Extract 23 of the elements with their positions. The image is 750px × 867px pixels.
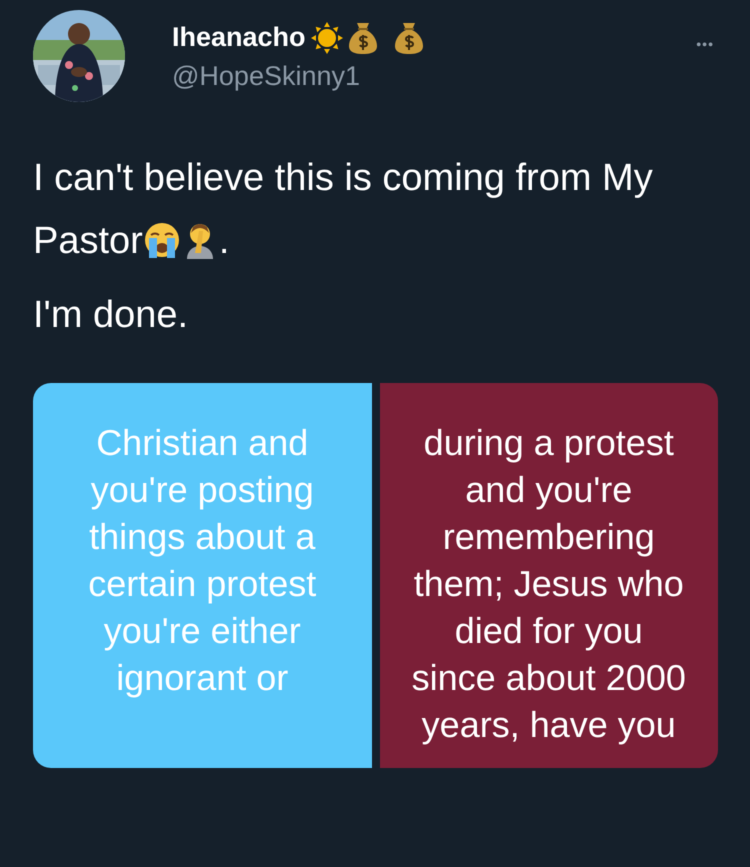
image-text: died for you (454, 609, 643, 653)
image-text: them; Jesus who (414, 562, 684, 606)
image-text: you're either (104, 609, 301, 653)
money-bag-icon (394, 20, 424, 54)
image-text: ignorant or (116, 656, 288, 700)
tweet-text: I can't believe this is coming from My Pastor . (33, 156, 653, 264)
image-text: remembering (442, 515, 655, 559)
image-text: Christian and (96, 421, 308, 465)
more-button[interactable]: ••• (692, 32, 718, 56)
image-panel[interactable]: during a protest and you're remembering them; Jesus who died for you since about 2000 years, have you (380, 383, 718, 768)
crying-face-icon (142, 221, 181, 259)
image-text: and you're (465, 468, 632, 512)
image-text: you're posting (90, 468, 314, 512)
user-handle: @HopeSkinny1 (172, 60, 362, 92)
tweet-text: I'm done. (33, 293, 190, 338)
image-text: during a protest (424, 421, 674, 465)
image-text: certain protest (88, 562, 316, 606)
sun-icon (310, 20, 344, 54)
money-bag-icon (348, 20, 378, 54)
display-name: Iheanacho (172, 22, 306, 53)
image-text: years, have you (422, 703, 676, 747)
image-text: things about a (89, 515, 316, 559)
image-text: since about 2000 (412, 656, 686, 700)
